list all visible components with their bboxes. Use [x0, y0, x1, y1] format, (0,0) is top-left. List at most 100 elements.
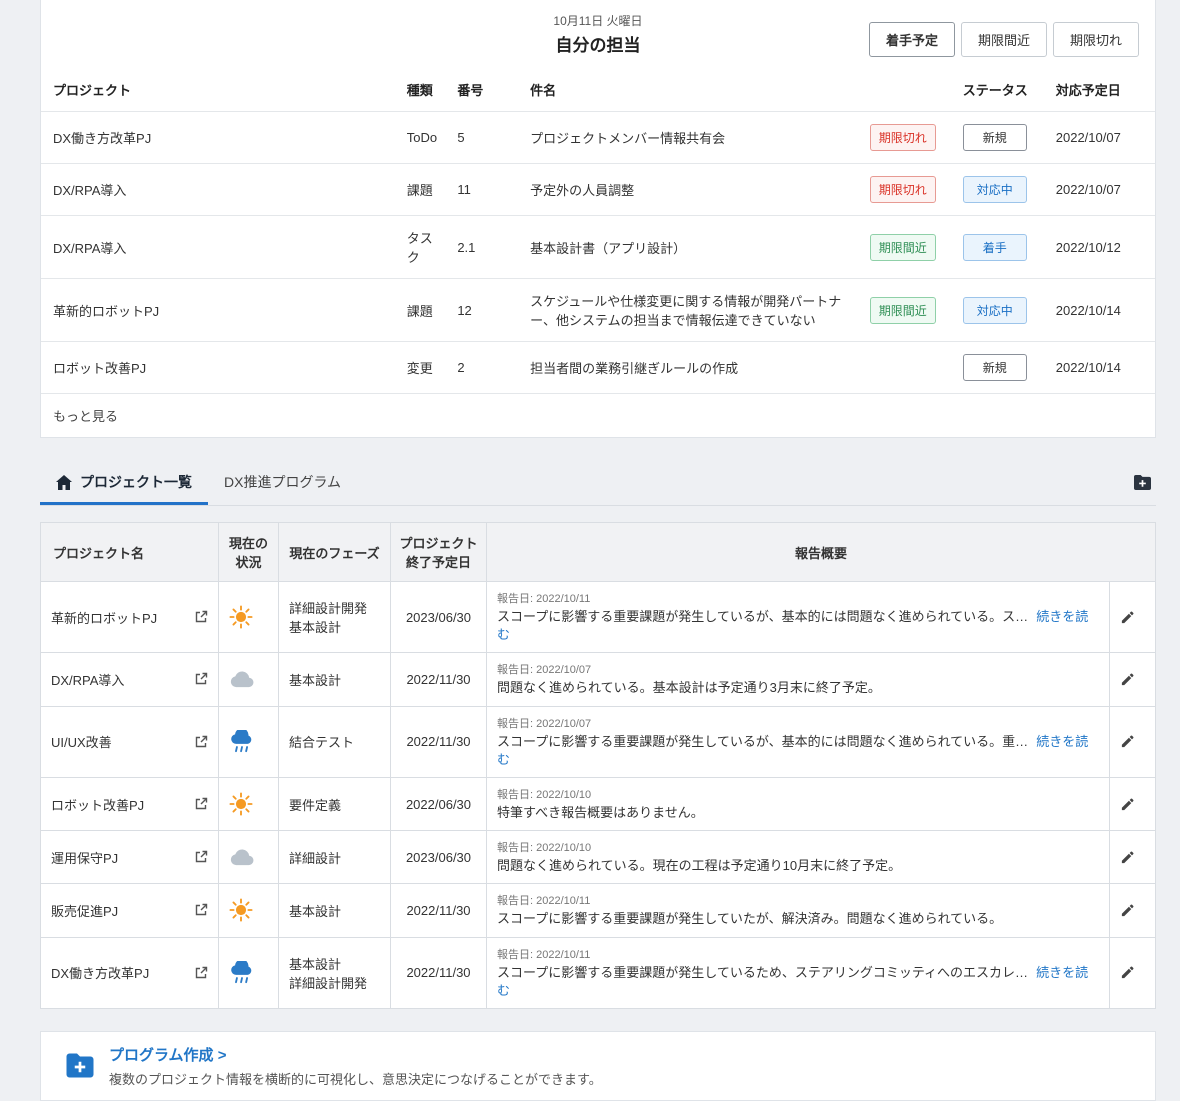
- project-end-date: 2023/06/30: [390, 830, 487, 885]
- filter-overdue-button[interactable]: 期限切れ: [1052, 22, 1139, 57]
- weather-cloud-icon: [229, 670, 268, 688]
- projects-section: プロジェクト名 現在の 状況 現在のフェーズ プロジェクト 終了予定日 報告概要…: [40, 522, 1157, 1009]
- project-row: DX/RPA導入 基本設計 2022/11/30 報告日: 2022/10/07…: [40, 652, 1157, 707]
- cell-number: 2: [457, 360, 465, 375]
- pencil-icon: [1120, 734, 1145, 749]
- projects-table: プロジェクト名 現在の 状況 現在のフェーズ プロジェクト 終了予定日 報告概要…: [40, 522, 1157, 1009]
- program-create-link[interactable]: プログラム作成 >: [109, 1044, 602, 1065]
- project-phase: 詳細設計開発 基本設計: [278, 580, 391, 654]
- project-name: 販売促進PJ: [51, 903, 119, 919]
- col-phase: 現在のフェーズ: [278, 522, 391, 582]
- external-link-icon[interactable]: [194, 735, 208, 749]
- cell-due: 2022/10/14: [1055, 302, 1121, 318]
- pencil-icon: [1120, 903, 1145, 918]
- external-link-icon[interactable]: [194, 610, 208, 624]
- tab-bar: プロジェクト一覧 DX推進プログラム: [40, 460, 1156, 506]
- status-badge: 新規: [962, 124, 1027, 151]
- weather-sun-icon: [229, 792, 268, 816]
- cell-subject: 予定外の人員調整: [530, 183, 635, 198]
- project-name: ロボット改善PJ: [51, 797, 145, 813]
- external-link-icon[interactable]: [194, 903, 208, 917]
- deadline-filter-group: 着手予定 期限間近 期限切れ: [868, 22, 1139, 57]
- cell-number: 12: [457, 302, 472, 318]
- col-subject: 件名: [530, 83, 557, 98]
- external-link-icon[interactable]: [194, 966, 208, 980]
- program-create-card[interactable]: プログラム作成 > 複数のプロジェクト情報を横断的に可視化し、意思決定につなげる…: [40, 1030, 1156, 1101]
- cell-subject: 基本設計書（アプリ設計）: [530, 240, 687, 256]
- cell-type: 変更: [406, 361, 433, 376]
- project-phase: 結合テスト: [278, 705, 391, 778]
- project-phase: 基本設計: [278, 652, 391, 707]
- cell-project: DX働き方改革PJ: [53, 131, 152, 146]
- col-type: 種類: [406, 83, 433, 98]
- col-status: ステータス: [962, 83, 1028, 98]
- pencil-icon: [1120, 610, 1145, 625]
- report-summary: 問題なく進められている。現在の工程は予定通り10月末に終了予定。: [497, 858, 902, 874]
- add-tab-button[interactable]: [1129, 460, 1156, 505]
- assignments-header: 10月11日 火曜日 自分の担当 着手予定 期限間近 期限切れ: [41, 0, 1155, 66]
- project-row: 運用保守PJ 詳細設計 2023/06/30 報告日: 2022/10/10 問…: [40, 830, 1157, 885]
- see-more-link[interactable]: もっと見る: [41, 394, 1155, 438]
- assignment-row[interactable]: 革新的ロボットPJ 課題 12 スケジュールや仕様変更に関する情報が開発パートナ…: [41, 278, 1155, 342]
- project-row: DX働き方改革PJ 基本設計 詳細設計開発 2022/11/30 報告日: 20…: [40, 936, 1157, 1009]
- project-phase: 詳細設計: [278, 830, 391, 885]
- assignment-row[interactable]: DX/RPA導入 課題 11 予定外の人員調整 期限切れ 対応中 2022/10…: [41, 163, 1155, 216]
- project-end-date: 2022/11/30: [390, 705, 487, 778]
- col-number: 番号: [457, 83, 484, 98]
- report-summary: スコープに影響する重要課題が発生しているが、基本的には問題なく進められている。重…: [497, 733, 1029, 749]
- project-end-date: 2022/11/30: [390, 883, 487, 938]
- tab-dx-program[interactable]: DX推進プログラム: [208, 460, 357, 505]
- tab-label: DX推進プログラム: [224, 474, 342, 490]
- cell-project: 革新的ロボットPJ: [53, 303, 160, 319]
- assignment-row[interactable]: DX/RPA導入 タスク 2.1 基本設計書（アプリ設計） 期限間近 着手 20…: [41, 215, 1155, 279]
- external-link-icon[interactable]: [194, 672, 208, 686]
- col-end-date: プロジェクト 終了予定日: [390, 522, 487, 582]
- assignment-row[interactable]: DX働き方改革PJ ToDo 5 プロジェクトメンバー情報共有会 期限切れ 新規…: [41, 111, 1155, 164]
- cell-subject: プロジェクトメンバー情報共有会: [530, 131, 726, 146]
- report-date: 報告日: 2022/10/11: [497, 948, 591, 961]
- assignments-table-header: プロジェクト 種類 番号 件名 ステータス 対応予定日: [41, 66, 1155, 112]
- status-badge: 着手: [962, 233, 1027, 261]
- assignments-table: プロジェクト 種類 番号 件名 ステータス 対応予定日 DX働き方改革PJ To…: [41, 66, 1155, 437]
- tab-project-list[interactable]: プロジェクト一覧: [40, 460, 208, 505]
- program-create-description: 複数のプロジェクト情報を横断的に可視化し、意思決定につなげることができます。: [109, 1071, 602, 1087]
- weather-cloud-icon: [229, 848, 268, 866]
- project-name: UI/UX改善: [51, 735, 112, 751]
- filter-due-soon-button[interactable]: 期限間近: [960, 22, 1047, 57]
- edit-report-button[interactable]: [1108, 776, 1157, 832]
- cell-subject: 担当者間の業務引継ぎルールの作成: [530, 361, 739, 376]
- deadline-badge: 期限切れ: [869, 176, 936, 203]
- report-date: 報告日: 2022/10/07: [497, 717, 592, 730]
- tab-label: プロジェクト一覧: [80, 474, 192, 490]
- col-deadline: [858, 66, 951, 112]
- col-project-name: プロジェクト名: [40, 522, 219, 582]
- col-condition: 現在の 状況: [218, 522, 279, 582]
- report-summary: スコープに影響する重要課題が発生していたが、解決済み。問題なく進められている。: [497, 911, 1003, 927]
- col-project: プロジェクト: [53, 83, 132, 98]
- external-link-icon[interactable]: [194, 850, 208, 864]
- report-summary: 特筆すべき報告概要はありません。: [497, 804, 704, 820]
- folder-plus-icon: [1133, 474, 1152, 491]
- status-badge: 新規: [962, 354, 1027, 381]
- cell-due: 2022/10/07: [1055, 130, 1121, 145]
- edit-report-button[interactable]: [1108, 705, 1157, 778]
- project-row: ロボット改善PJ 要件定義 2022/06/30 報告日: 2022/10/10…: [40, 776, 1157, 832]
- cell-number: 11: [457, 182, 471, 197]
- project-phase: 要件定義: [278, 776, 391, 832]
- external-link-icon[interactable]: [194, 797, 208, 811]
- edit-report-button[interactable]: [1108, 652, 1157, 707]
- cell-number: 2.1: [457, 239, 476, 255]
- assignment-row[interactable]: ロボット改善PJ 変更 2 担当者間の業務引継ぎルールの作成 新規 2022/1…: [41, 341, 1155, 394]
- pencil-icon: [1120, 965, 1145, 980]
- weather-rain-icon: [229, 729, 268, 754]
- cell-project: DX/RPA導入: [53, 240, 127, 256]
- deadline-badge: 期限間近: [869, 233, 936, 261]
- project-name: 運用保守PJ: [51, 850, 119, 866]
- report-date: 報告日: 2022/10/07: [497, 664, 592, 677]
- filter-planned-button[interactable]: 着手予定: [868, 22, 955, 57]
- edit-report-button[interactable]: [1108, 936, 1157, 1009]
- edit-report-button[interactable]: [1108, 580, 1157, 654]
- edit-report-button[interactable]: [1108, 883, 1157, 938]
- edit-report-button[interactable]: [1108, 830, 1157, 885]
- report-summary: スコープに影響する重要課題が発生しているが、基本的には問題なく進められている。ス…: [497, 609, 1029, 624]
